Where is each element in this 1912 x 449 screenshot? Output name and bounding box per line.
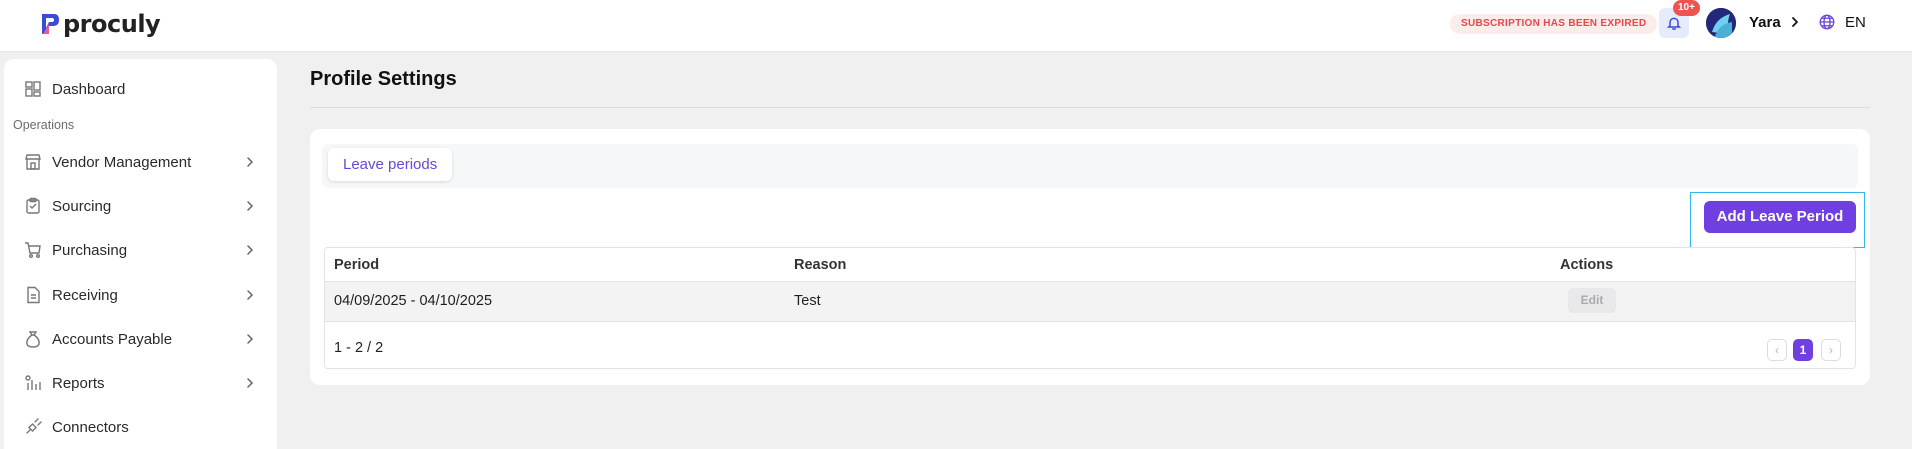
sidebar-item-label: Accounts Payable — [52, 330, 173, 348]
leave-periods-card: Leave periods Add Leave Period Period Re… — [310, 129, 1870, 385]
tab-leave-periods[interactable]: Leave periods — [328, 148, 453, 181]
language-selector[interactable]: EN — [1845, 14, 1866, 31]
column-header-reason[interactable]: Reason — [794, 257, 846, 273]
clipboard-icon — [26, 197, 40, 214]
avatar-image — [1706, 8, 1736, 38]
sidebar: Dashboard Operations Vendor Management S… — [4, 59, 277, 449]
user-name[interactable]: Yara — [1749, 14, 1781, 31]
sidebar-item-purchasing[interactable]: Purchasing — [4, 232, 277, 268]
table-row[interactable]: 04/09/2025 - 04/10/2025 Test Edit — [325, 282, 1855, 322]
tab-bar: Leave periods — [322, 144, 1858, 188]
add-leave-period-button[interactable]: Add Leave Period — [1704, 201, 1856, 233]
logo-text: proculy — [63, 10, 161, 38]
pagination-page-1[interactable]: 1 — [1793, 339, 1813, 361]
logo[interactable]: proculy — [40, 10, 161, 38]
sidebar-item-receiving[interactable]: Receiving — [4, 277, 277, 313]
globe-icon[interactable] — [1818, 13, 1836, 31]
pagination-prev-button[interactable]: ‹ — [1767, 339, 1787, 361]
sidebar-item-sourcing[interactable]: Sourcing — [4, 188, 277, 224]
avatar[interactable] — [1706, 8, 1736, 38]
column-header-actions: Actions — [1560, 257, 1614, 273]
subscription-expired-badge: SUBSCRIPTION HAS BEEN EXPIRED — [1450, 14, 1658, 34]
bell-icon — [1666, 17, 1682, 30]
chevron-right-icon — [247, 290, 254, 300]
store-icon — [25, 154, 41, 170]
sidebar-item-label: Reports — [52, 374, 105, 392]
sidebar-item-label: Connectors — [52, 418, 129, 436]
chart-icon — [25, 375, 41, 390]
cart-icon — [25, 242, 41, 258]
document-icon — [27, 286, 40, 304]
dashboard-icon — [25, 81, 41, 97]
top-bar: proculy SUBSCRIPTION HAS BEEN EXPIRED 10… — [0, 0, 1912, 52]
sidebar-item-connectors[interactable]: Connectors — [4, 409, 277, 445]
edit-button[interactable]: Edit — [1568, 288, 1616, 313]
sidebar-item-label: Purchasing — [52, 241, 128, 259]
table-header: Period Reason Actions — [325, 248, 1855, 282]
chevron-right-icon[interactable] — [1788, 14, 1802, 30]
column-header-period[interactable]: Period — [334, 257, 379, 273]
chevron-right-icon — [247, 201, 254, 211]
sidebar-item-accounts-payable[interactable]: Accounts Payable — [4, 321, 277, 357]
chevron-right-icon — [247, 334, 254, 344]
chevron-right-icon — [247, 245, 254, 255]
leave-periods-table: Period Reason Actions 04/09/2025 - 04/10… — [324, 247, 1856, 369]
chevron-right-icon — [247, 378, 254, 388]
plug-icon — [26, 418, 42, 434]
sidebar-item-label: Sourcing — [52, 197, 112, 215]
notification-count-badge: 10+ — [1673, 0, 1700, 16]
pagination-range: 1 - 2 / 2 — [334, 340, 384, 356]
page-title: Profile Settings — [310, 68, 457, 90]
sidebar-item-dashboard[interactable]: Dashboard — [4, 71, 277, 107]
money-bag-icon — [26, 331, 40, 348]
proculy-logo-icon — [42, 14, 59, 34]
divider — [310, 107, 1870, 108]
chevron-right-icon — [247, 157, 254, 167]
pagination-next-button[interactable]: › — [1821, 339, 1841, 361]
sidebar-item-label: Vendor Management — [52, 153, 192, 171]
sidebar-item-reports[interactable]: Reports — [4, 365, 277, 401]
cell-period: 04/09/2025 - 04/10/2025 — [334, 293, 493, 309]
sidebar-item-vendor-management[interactable]: Vendor Management — [4, 144, 277, 180]
cell-reason: Test — [794, 293, 821, 309]
sidebar-section-title: Operations — [13, 118, 75, 132]
sidebar-item-label: Receiving — [52, 286, 118, 304]
sidebar-item-label: Dashboard — [52, 80, 126, 98]
